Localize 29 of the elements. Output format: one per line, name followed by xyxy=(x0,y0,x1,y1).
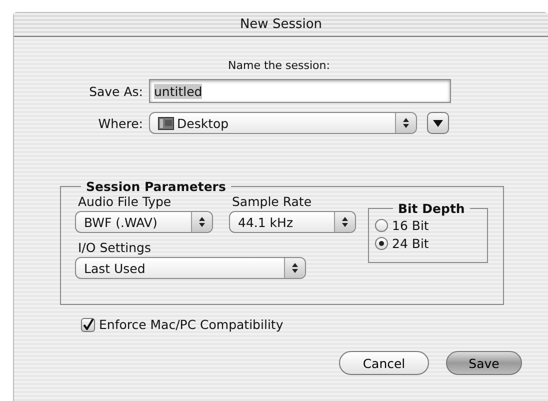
location-popup[interactable]: Desktop xyxy=(149,112,417,134)
triangle-down-icon xyxy=(433,120,443,126)
checkbox[interactable] xyxy=(81,318,95,332)
sample-rate-label: Sample Rate xyxy=(232,194,313,209)
up-down-arrows-icon xyxy=(199,217,205,227)
up-down-arrows-icon xyxy=(403,118,409,128)
up-down-arrows-icon xyxy=(292,263,298,273)
expand-button[interactable] xyxy=(427,112,449,134)
radio-label: 24 Bit xyxy=(392,236,429,250)
file-type-popup[interactable]: BWF (.WAV) xyxy=(75,211,213,233)
audio-file-type-label: Audio File Type xyxy=(78,194,172,209)
where-label: Where: xyxy=(97,116,144,130)
group-title: Session Parameters xyxy=(85,179,227,194)
prompt-text: Name the session: xyxy=(228,59,330,72)
cancel-button[interactable]: Cancel xyxy=(339,351,429,375)
sample-rate-popup[interactable]: 44.1 kHz xyxy=(229,211,356,233)
save-button[interactable]: Save xyxy=(446,351,522,375)
radio-button[interactable] xyxy=(375,236,388,250)
radio-button[interactable] xyxy=(375,218,388,232)
checkbox-label: Enforce Mac/PC Compatibility xyxy=(99,317,284,332)
io-settings-label: I/O Settings xyxy=(78,240,152,255)
save-as-label: Save As: xyxy=(88,84,144,98)
folder-icon xyxy=(158,116,174,130)
window-title: New Session xyxy=(240,17,322,32)
name-field[interactable]: untitled xyxy=(149,79,451,103)
radio-label: 16 Bit xyxy=(392,218,429,232)
group-title: Bit Depth xyxy=(397,201,466,216)
io-settings-popup[interactable]: Last Used xyxy=(75,257,306,279)
up-down-arrows-icon xyxy=(342,217,348,227)
